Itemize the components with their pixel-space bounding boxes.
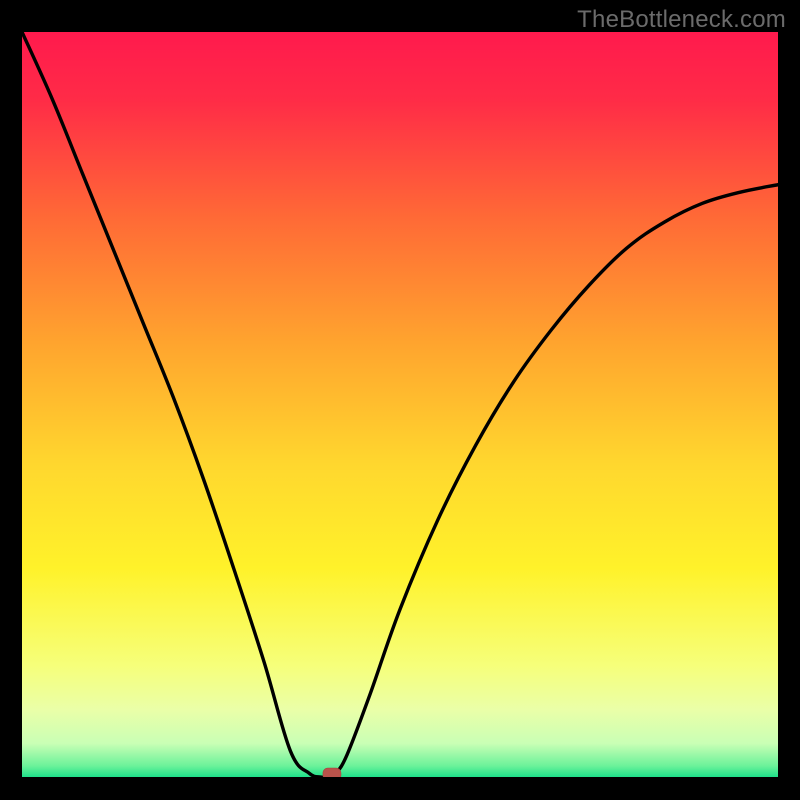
chart-frame: TheBottleneck.com (0, 0, 800, 800)
gradient-background (22, 32, 778, 777)
optimal-point-marker (323, 768, 341, 777)
watermark-text: TheBottleneck.com (577, 6, 786, 34)
bottleneck-chart (22, 32, 778, 777)
plot-area (22, 32, 778, 777)
